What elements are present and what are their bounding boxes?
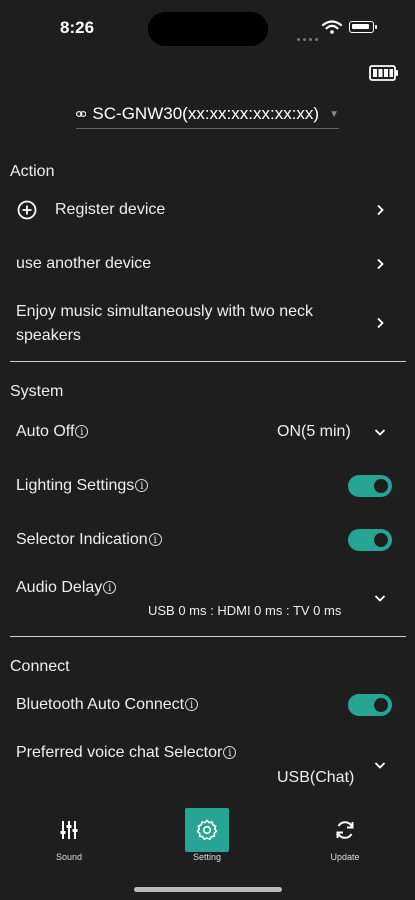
use-another-device-label: use another device [16,255,152,272]
tab-label: Update [330,852,360,862]
preferred-voice-chat-label: Preferred voice chat Selector i [16,741,237,765]
chevron-down-icon [374,762,386,769]
refresh-icon [336,821,354,839]
device-battery-icon [369,65,398,81]
bluetooth-auto-connect-toggle[interactable] [348,694,392,716]
tab-update[interactable]: Update [310,808,380,862]
audio-delay-value: USB 0 ms : HDMI 0 ms : TV 0 ms [148,603,342,618]
preferred-voice-chat-value: USB(Chat) [277,769,355,786]
phone-battery-icon [349,21,377,33]
info-icon[interactable]: i [135,479,149,492]
device-name: SC-GNW30(xx:xx:xx:xx:xx:xx) [92,104,320,123]
section-divider [10,361,406,362]
gear-icon [196,819,218,840]
info-icon[interactable]: i [103,581,117,594]
selector-indication-toggle[interactable] [348,529,392,551]
chevron-down-icon: ▼ [329,108,339,120]
audio-delay-label: Audio Delay i [16,576,117,600]
preferred-voice-chat-row[interactable]: Preferred voice chat Selector i USB(Chat) [0,740,415,792]
section-divider [10,636,406,637]
dynamic-island [148,12,268,46]
tab-setting[interactable]: Setting [172,808,242,862]
section-heading-action: Action [10,163,55,180]
audio-delay-row[interactable]: Audio Delay i USB 0 ms : HDMI 0 ms : TV 0… [0,574,415,624]
lighting-settings-toggle[interactable] [348,475,392,497]
chevron-right-icon [377,317,384,329]
info-icon[interactable]: i [148,533,162,546]
chevron-right-icon [377,204,384,216]
info-icon[interactable]: i [223,746,237,759]
enjoy-music-row[interactable]: Enjoy music simultaneously with two neck… [0,298,415,350]
equalizer-icon [60,821,78,839]
auto-off-value: ON(5 min) [277,423,351,440]
info-icon[interactable]: i [185,698,199,711]
tab-label: Sound [55,852,83,862]
info-icon[interactable]: i [75,425,89,438]
tab-label: Setting [192,852,222,862]
tab-sound[interactable]: Sound [34,808,104,862]
section-heading-system: System [10,383,64,400]
register-device-label: Register device [55,201,166,218]
register-device-row[interactable]: Register device [0,192,415,230]
selector-indication-row: Selector Indication i [0,524,415,558]
device-selector[interactable]: SC-GNW30(xx:xx:xx:xx:xx:xx) ▼ [76,100,339,129]
wifi-icon [322,20,342,34]
link-icon [76,111,87,117]
bluetooth-auto-connect-label: Bluetooth Auto Connect i [16,693,199,717]
enjoy-music-label: Enjoy music simultaneously with two neck… [16,303,314,344]
auto-off-label: Auto Off i [16,420,89,444]
chevron-right-icon [377,258,384,270]
lighting-settings-label: Lighting Settings i [16,474,149,498]
home-indicator[interactable] [134,887,282,892]
add-circle-icon [17,200,37,220]
lighting-settings-row: Lighting Settings i [0,470,415,504]
use-another-device-row[interactable]: use another device [0,246,415,284]
chevron-down-icon [374,429,386,436]
selector-indication-label: Selector Indication i [16,528,162,552]
auto-off-row[interactable]: Auto Off i ON(5 min) [0,416,415,450]
chevron-down-icon [374,595,386,602]
status-time: 8:26 [60,18,95,37]
section-heading-connect: Connect [10,658,70,675]
bluetooth-auto-connect-row: Bluetooth Auto Connect i [0,689,415,723]
cellular-signal-icon [297,28,323,41]
